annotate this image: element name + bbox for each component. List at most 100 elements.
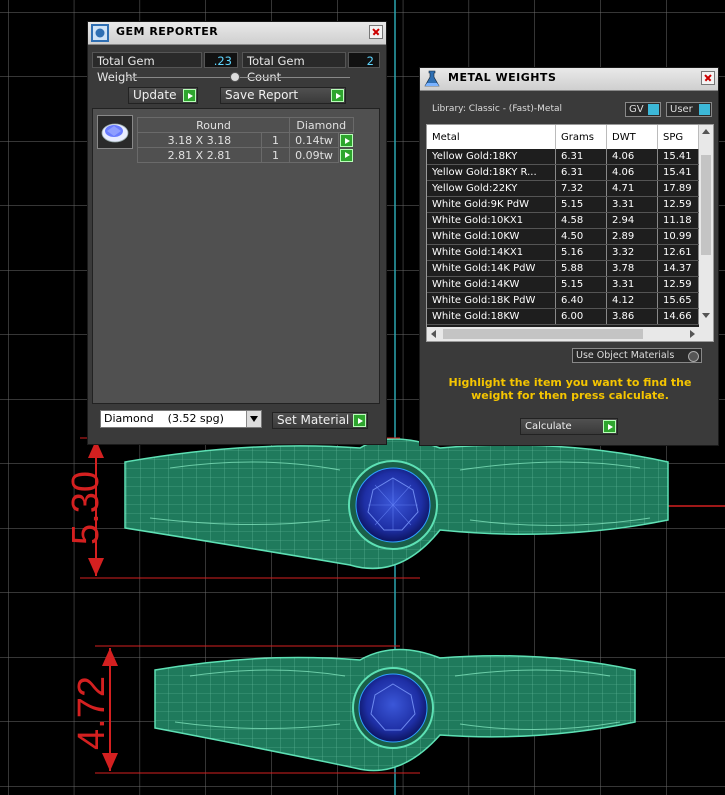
table-row[interactable]: White Gold:18K PdW 6.40 4.12 15.65 — [427, 292, 699, 309]
table-row[interactable]: 3.18 X 3.18 1 0.14tw — [137, 132, 353, 148]
gem-size: 2.81 X 2.81 — [137, 147, 262, 163]
table-row[interactable]: Yellow Gold:22KY 7.32 4.71 17.89 — [427, 180, 699, 197]
gem-thumbnail — [97, 115, 133, 149]
close-icon[interactable] — [369, 25, 383, 39]
update-button[interactable]: Update — [128, 87, 198, 104]
library-label: Library: Classic - (Fast)-Metal — [432, 104, 563, 114]
gem-reporter-panel[interactable]: GEM REPORTER Total Gem Weight .23 Total … — [87, 21, 387, 445]
metal-weights-panel[interactable]: METAL WEIGHTS Library: Classic - (Fast)-… — [419, 67, 719, 446]
metal-spg: 17.89 — [657, 180, 699, 197]
gem-table[interactable]: Round Diamond 3.18 X 3.18 1 0.14tw 2.81 … — [137, 117, 354, 163]
scroll-down-icon[interactable] — [702, 313, 710, 318]
table-row[interactable]: White Gold:10KW 4.50 2.89 10.99 — [427, 228, 699, 245]
table-row[interactable]: Yellow Gold:18KY 6.31 4.06 15.41 — [427, 149, 699, 165]
dimension-top-label: 5.30 — [65, 471, 107, 545]
save-report-go-icon — [331, 89, 344, 102]
user-toggle-indicator-icon — [699, 104, 710, 115]
calculate-button[interactable]: Calculate — [520, 418, 618, 435]
metal-spg: 15.41 — [657, 164, 699, 181]
gem-table-header-material: Diamond — [289, 117, 354, 133]
metal-dwt: 3.86 — [606, 308, 658, 325]
user-toggle[interactable]: User — [666, 102, 712, 117]
gem-qty: 1 — [260, 132, 291, 148]
gem-reporter-titlebar[interactable]: GEM REPORTER — [88, 22, 386, 45]
gem-row-go-button[interactable] — [339, 133, 353, 148]
save-report-button-label: Save Report — [225, 88, 299, 102]
metal-grams: 4.58 — [555, 212, 607, 229]
metal-grams: 6.31 — [555, 149, 607, 165]
metal-name: White Gold:14KX1 — [427, 244, 556, 261]
gv-toggle[interactable]: GV — [625, 102, 661, 117]
scroll-right-icon[interactable] — [690, 330, 695, 338]
metal-table-container[interactable]: Metal Grams DWT SPG Yellow Gold:18KY 6.31… — [426, 124, 714, 342]
calculate-go-icon — [603, 420, 616, 433]
dimension-bottom-label: 4.72 — [71, 676, 113, 750]
go-arrow-icon — [340, 148, 353, 162]
use-object-materials-label: Use Object Materials — [576, 350, 675, 361]
metal-grams: 6.00 — [555, 308, 607, 325]
table-row[interactable]: White Gold:14KW 5.15 3.31 12.59 — [427, 276, 699, 293]
metal-spg: 12.59 — [657, 196, 699, 213]
user-toggle-label: User — [670, 104, 693, 115]
table-row[interactable]: White Gold:14K PdW 5.88 3.78 14.37 — [427, 260, 699, 277]
go-arrow-icon — [340, 134, 353, 147]
set-material-button[interactable]: Set Material — [272, 412, 368, 429]
metal-name: Yellow Gold:18KY R... — [427, 164, 556, 181]
metal-name: Yellow Gold:18KY — [427, 149, 556, 165]
gem-list-area[interactable]: Round Diamond 3.18 X 3.18 1 0.14tw 2.81 … — [92, 108, 380, 404]
table-row[interactable]: White Gold:9K PdW 5.15 3.31 12.59 — [427, 196, 699, 213]
table-row[interactable]: 2.81 X 2.81 1 0.09tw — [137, 147, 353, 163]
total-gem-weight-value: .23 — [204, 52, 238, 68]
metal-name: Yellow Gold:22KY — [427, 180, 556, 197]
table-row[interactable]: Yellow Gold:18KY R... 6.31 4.06 15.41 — [427, 164, 699, 181]
metal-grams: 6.40 — [555, 292, 607, 309]
gem-row-go-button[interactable] — [339, 148, 353, 163]
diamond-gem-icon — [101, 123, 129, 143]
material-select-value: Diamond (3.52 spg) — [104, 412, 224, 425]
metal-dwt: 2.89 — [606, 228, 658, 245]
gem-weight: 0.14tw — [289, 132, 339, 148]
metal-weights-title: METAL WEIGHTS — [448, 71, 557, 84]
gv-toggle-indicator-icon — [648, 104, 659, 115]
vertical-scrollbar[interactable] — [699, 125, 713, 341]
column-header-grams[interactable]: Grams — [555, 125, 607, 149]
gem-size: 3.18 X 3.18 — [137, 132, 262, 148]
table-row[interactable]: White Gold:14KX1 5.16 3.32 12.61 — [427, 244, 699, 261]
scroll-thumb[interactable] — [701, 155, 711, 255]
metal-dwt: 4.06 — [606, 164, 658, 181]
metal-dwt: 3.31 — [606, 196, 658, 213]
chevron-down-icon[interactable] — [246, 411, 261, 427]
scroll-thumb-horizontal[interactable] — [443, 329, 643, 339]
use-object-materials-indicator-icon — [688, 351, 699, 362]
table-row[interactable]: White Gold:18KW 6.00 3.86 14.66 — [427, 308, 699, 325]
metal-spg: 14.37 — [657, 260, 699, 277]
total-gem-count-value: 2 — [348, 52, 380, 68]
metal-table[interactable]: Metal Grams DWT SPG Yellow Gold:18KY 6.31… — [427, 125, 699, 325]
metal-weights-titlebar[interactable]: METAL WEIGHTS — [420, 68, 718, 91]
metal-dwt: 3.32 — [606, 244, 658, 261]
column-header-spg[interactable]: SPG — [657, 125, 699, 149]
metal-dwt: 4.71 — [606, 180, 658, 197]
scroll-left-icon[interactable] — [431, 330, 436, 338]
splitter-handle-icon[interactable] — [230, 72, 240, 82]
metal-spg: 12.59 — [657, 276, 699, 293]
material-select[interactable]: Diamond (3.52 spg) — [100, 410, 262, 428]
metal-name: White Gold:18KW — [427, 308, 556, 325]
flask-icon — [424, 70, 440, 87]
table-row[interactable]: White Gold:10KX1 4.58 2.94 11.18 — [427, 212, 699, 229]
metal-grams: 5.15 — [555, 276, 607, 293]
column-header-metal[interactable]: Metal — [427, 125, 556, 149]
use-object-materials-toggle[interactable]: Use Object Materials — [572, 348, 702, 363]
metal-spg: 15.41 — [657, 149, 699, 165]
gem-table-header-shape: Round — [137, 117, 290, 133]
save-report-button[interactable]: Save Report — [220, 87, 346, 104]
close-icon[interactable] — [701, 71, 715, 85]
gem-weight: 0.09tw — [289, 147, 339, 163]
metal-grams: 5.16 — [555, 244, 607, 261]
scroll-up-icon[interactable] — [702, 129, 710, 134]
instruction-text: Highlight the item you want to find the … — [448, 376, 692, 402]
column-header-dwt[interactable]: DWT — [606, 125, 658, 149]
update-go-icon — [183, 89, 196, 102]
metal-spg: 12.61 — [657, 244, 699, 261]
horizontal-scrollbar[interactable] — [427, 327, 699, 341]
